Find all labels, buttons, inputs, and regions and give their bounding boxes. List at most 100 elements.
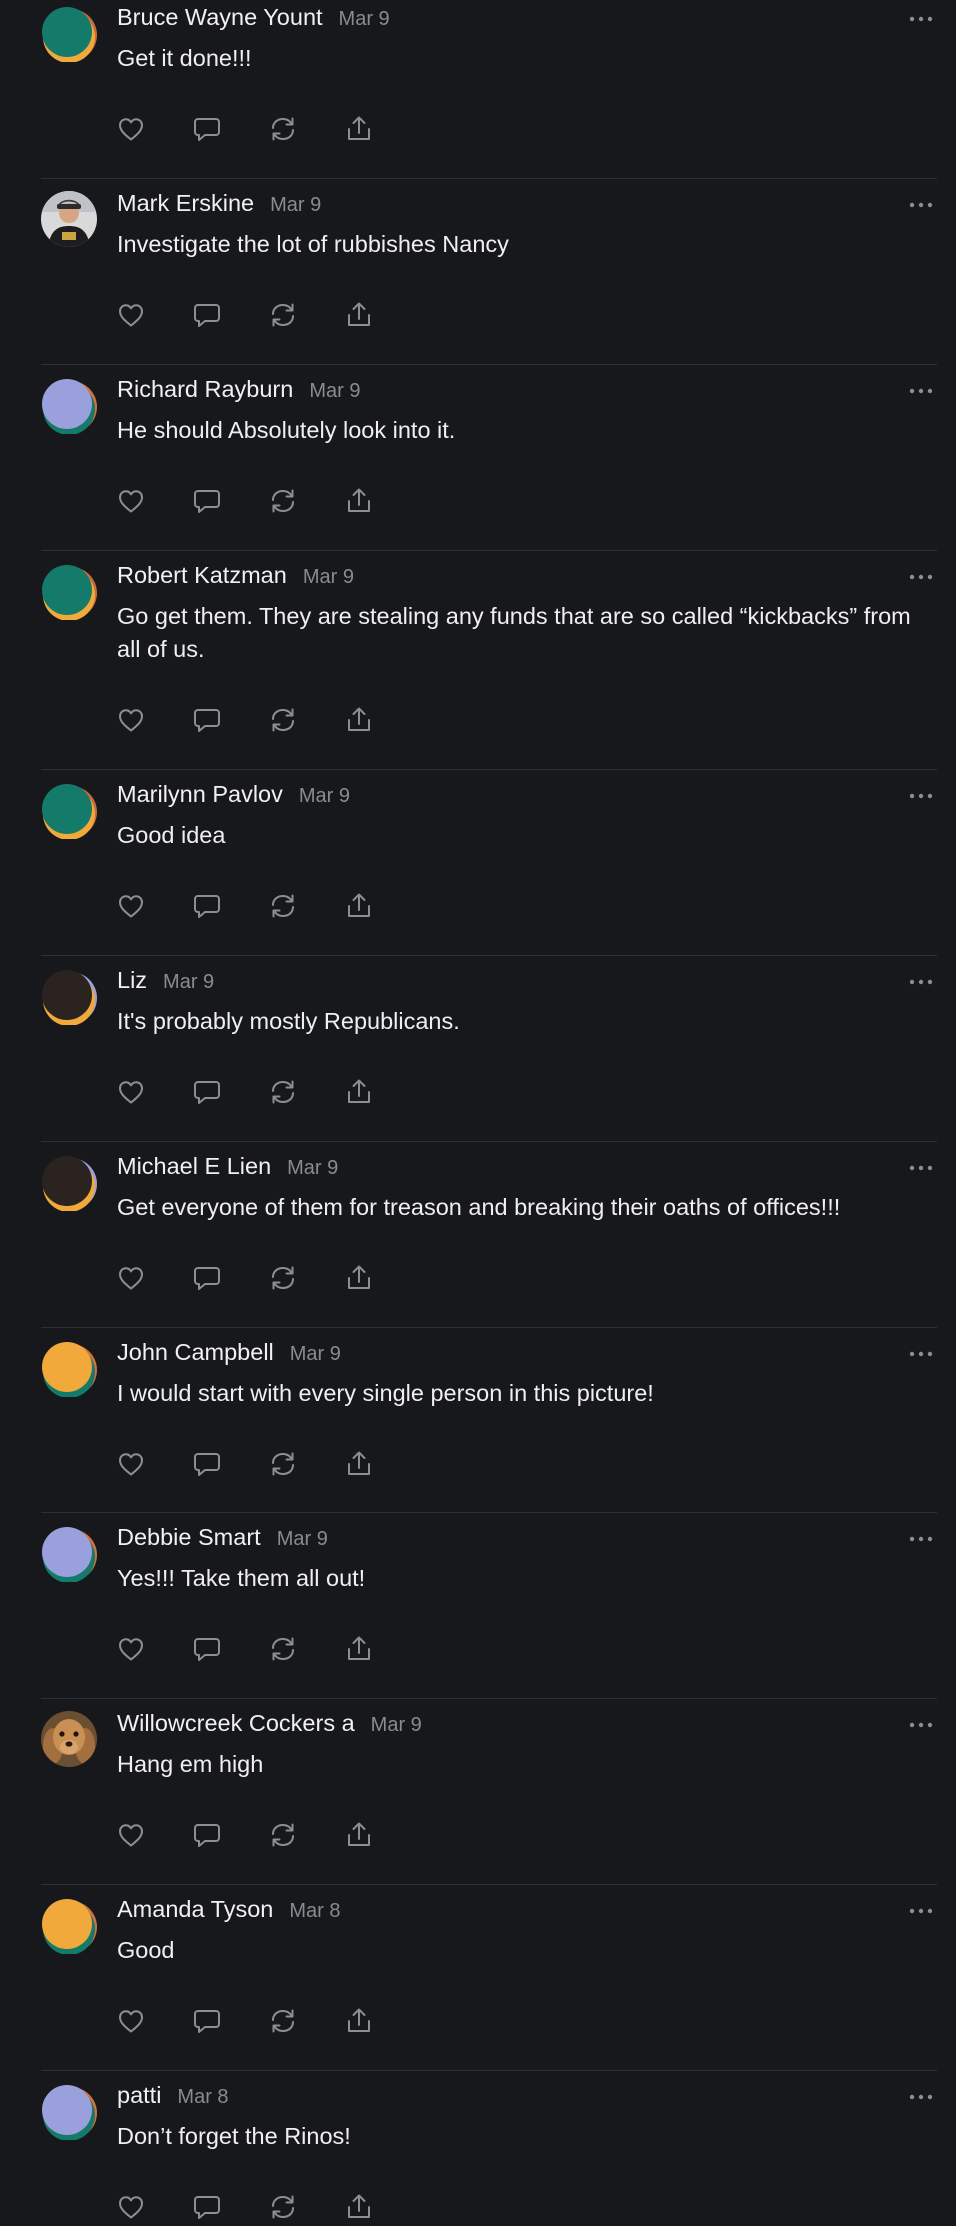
heart-icon[interactable] [116,114,146,144]
author-name[interactable]: Marilynn Pavlov [117,781,283,808]
avatar[interactable] [40,967,98,1025]
comment-date[interactable]: Mar 9 [303,566,354,589]
repost-icon[interactable] [268,486,298,516]
more-options-icon[interactable] [908,1720,934,1730]
heart-icon[interactable] [116,1449,146,1479]
author-name[interactable]: Willowcreek Cockers a [117,1710,355,1737]
reply-icon[interactable] [192,114,222,144]
avatar[interactable] [40,562,98,620]
share-icon[interactable] [344,891,374,921]
comment-date[interactable]: Mar 8 [289,1900,340,1923]
heart-icon[interactable] [116,2006,146,2036]
repost-icon[interactable] [268,1634,298,1664]
reply-icon[interactable] [192,2006,222,2036]
repost-icon[interactable] [268,114,298,144]
share-icon[interactable] [344,705,374,735]
author-name[interactable]: patti [117,2082,161,2109]
author-name[interactable]: Debbie Smart [117,1524,261,1551]
repost-icon[interactable] [268,705,298,735]
more-options-icon[interactable] [908,14,934,24]
heart-icon[interactable] [116,1263,146,1293]
reply-icon[interactable] [192,891,222,921]
comment-actions [116,300,420,330]
more-options-icon[interactable] [908,386,934,396]
comment-date[interactable]: Mar 9 [299,785,350,808]
share-icon[interactable] [344,2006,374,2036]
repost-icon[interactable] [268,2006,298,2036]
comment-date[interactable]: Mar 9 [270,194,321,217]
reply-icon[interactable] [192,2192,222,2222]
repost-icon[interactable] [268,1077,298,1107]
share-icon[interactable] [344,114,374,144]
comment-date[interactable]: Mar 9 [290,1343,341,1366]
avatar[interactable] [40,1710,98,1768]
share-icon[interactable] [344,2192,374,2222]
comment-date[interactable]: Mar 8 [177,2086,228,2109]
heart-icon[interactable] [116,300,146,330]
avatar[interactable] [40,376,98,434]
comment-text: Don’t forget the Rinos! [117,2123,351,2149]
author-name[interactable]: Liz [117,967,147,994]
author-name[interactable]: Bruce Wayne Yount [117,4,323,31]
more-options-icon[interactable] [908,2092,934,2102]
reply-icon[interactable] [192,1263,222,1293]
more-options-icon[interactable] [908,200,934,210]
more-options-icon[interactable] [908,791,934,801]
comment-date[interactable]: Mar 9 [309,380,360,403]
reply-icon[interactable] [192,300,222,330]
avatar[interactable] [40,1153,98,1211]
comment-date[interactable]: Mar 9 [339,8,390,31]
heart-icon[interactable] [116,1634,146,1664]
more-options-icon[interactable] [908,572,934,582]
repost-icon[interactable] [268,300,298,330]
more-options-icon[interactable] [908,1163,934,1173]
more-options-icon[interactable] [908,977,934,987]
reply-icon[interactable] [192,1820,222,1850]
more-options-icon[interactable] [908,1534,934,1544]
repost-icon[interactable] [268,1449,298,1479]
repost-icon[interactable] [268,891,298,921]
comment-divider [41,769,937,770]
repost-icon[interactable] [268,2192,298,2222]
share-icon[interactable] [344,486,374,516]
heart-icon[interactable] [116,1077,146,1107]
reply-icon[interactable] [192,705,222,735]
heart-icon[interactable] [116,486,146,516]
reply-icon[interactable] [192,1077,222,1107]
reply-icon[interactable] [192,1634,222,1664]
heart-icon[interactable] [116,705,146,735]
more-options-icon[interactable] [908,1906,934,1916]
repost-icon[interactable] [268,1820,298,1850]
avatar[interactable] [40,781,98,839]
comment-date[interactable]: Mar 9 [163,971,214,994]
heart-icon[interactable] [116,2192,146,2222]
author-name[interactable]: Richard Rayburn [117,376,293,403]
avatar[interactable] [40,2082,98,2140]
reply-icon[interactable] [192,1449,222,1479]
avatar[interactable] [40,1896,98,1954]
repost-icon[interactable] [268,1263,298,1293]
share-icon[interactable] [344,1449,374,1479]
author-name[interactable]: John Campbell [117,1339,274,1366]
share-icon[interactable] [344,1820,374,1850]
heart-icon[interactable] [116,1820,146,1850]
share-icon[interactable] [344,1077,374,1107]
avatar[interactable] [40,1524,98,1582]
avatar[interactable] [40,190,98,248]
share-icon[interactable] [344,1263,374,1293]
avatar[interactable] [40,4,98,62]
more-options-icon[interactable] [908,1349,934,1359]
comment-date[interactable]: Mar 9 [371,1714,422,1737]
author-name[interactable]: Robert Katzman [117,562,287,589]
heart-icon[interactable] [116,891,146,921]
author-name[interactable]: Mark Erskine [117,190,254,217]
comment-date[interactable]: Mar 9 [287,1157,338,1180]
share-icon[interactable] [344,1634,374,1664]
comment-date[interactable]: Mar 9 [277,1528,328,1551]
reply-icon[interactable] [192,486,222,516]
share-icon[interactable] [344,300,374,330]
comment-header: Richard Rayburn Mar 9 [117,376,360,403]
author-name[interactable]: Michael E Lien [117,1153,271,1180]
author-name[interactable]: Amanda Tyson [117,1896,273,1923]
avatar[interactable] [40,1339,98,1397]
